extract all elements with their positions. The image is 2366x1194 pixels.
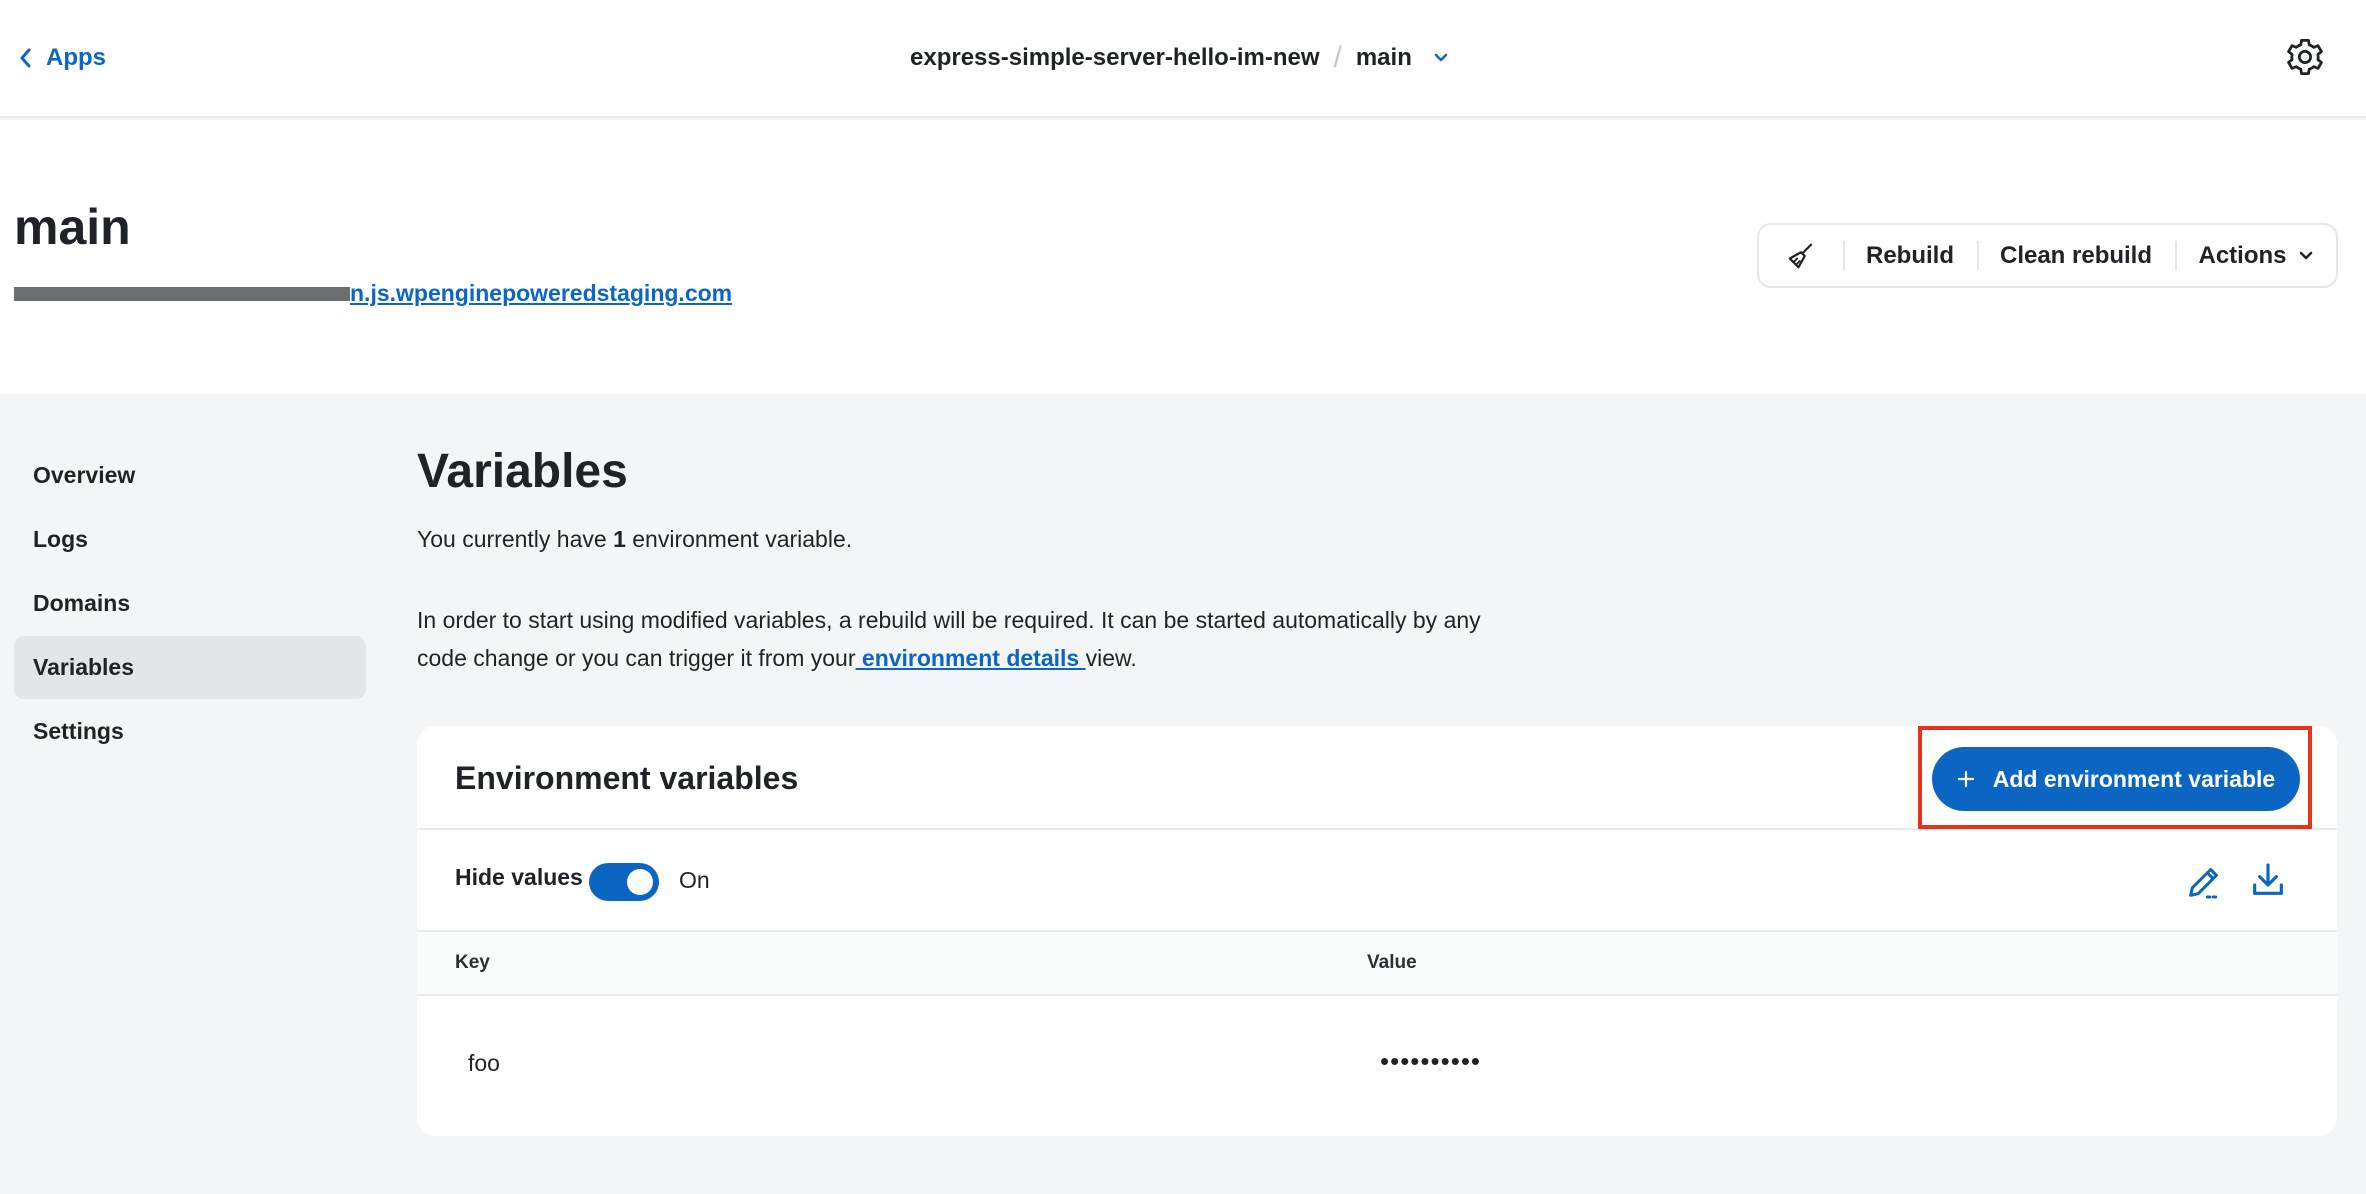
chevron-down-icon <box>2299 251 2312 259</box>
sidebar-nav: Overview Logs Domains Variables Settings <box>14 444 366 764</box>
url-redaction <box>14 286 350 301</box>
chevron-left-icon <box>20 48 31 68</box>
environment-details-link[interactable]: environment details <box>856 645 1086 671</box>
table-row[interactable]: foo •••••••••• <box>417 996 2337 1132</box>
card-title: Environment variables <box>455 760 799 796</box>
variable-key: foo <box>468 1050 500 1076</box>
environment-url-text: n.js.wpenginepoweredstaging.com <box>350 280 733 306</box>
breadcrumb-separator: / <box>1333 41 1342 74</box>
sidebar-item-settings[interactable]: Settings <box>14 700 366 763</box>
card-controls: Hide values On <box>417 830 2337 932</box>
column-header-key: Key <box>455 952 490 973</box>
gear-icon[interactable] <box>2284 36 2326 78</box>
back-to-apps-link[interactable]: Apps <box>18 38 106 78</box>
page-title: Variables <box>417 445 628 498</box>
main-content: Variables You currently have 1 environme… <box>417 444 2337 1136</box>
branch-selector[interactable]: main <box>1356 44 1448 72</box>
branch-name: main <box>1355 44 1412 71</box>
rebuild-button[interactable]: Rebuild <box>1843 225 1977 286</box>
sidebar-item-logs[interactable]: Logs <box>14 508 366 571</box>
info-text-after: view. <box>1085 645 1137 671</box>
edit-pencil-icon[interactable] <box>2184 862 2224 902</box>
chevron-down-icon <box>1434 53 1448 62</box>
actions-dropdown[interactable]: Actions <box>2175 225 2336 286</box>
actions-label: Actions <box>2198 241 2287 269</box>
count-suffix: environment variable. <box>625 526 853 552</box>
toggle-knob <box>627 869 653 895</box>
rebuild-info-text: In order to start using modified variabl… <box>417 601 1517 677</box>
broom-icon <box>1788 243 1813 268</box>
plus-icon <box>1957 770 1974 788</box>
card-header: Environment variables Add environment va… <box>417 726 2337 830</box>
toggle-state-label: On <box>679 867 710 893</box>
variable-count-text: You currently have 1 environment variabl… <box>417 526 2337 553</box>
count-value: 1 <box>613 526 626 552</box>
environment-url-link[interactable]: n.js.wpenginepoweredstaging.com <box>14 280 732 307</box>
add-environment-variable-button[interactable]: Add environment variable <box>1932 747 2300 811</box>
variable-value-masked: •••••••••• <box>1380 1046 1482 1076</box>
breadcrumb-app-name[interactable]: express-simple-server-hello-im-new <box>910 44 1320 72</box>
sidebar-item-variables[interactable]: Variables <box>14 636 366 699</box>
sidebar-item-overview[interactable]: Overview <box>14 444 366 507</box>
hide-values-toggle[interactable] <box>589 863 659 901</box>
clean-rebuild-button[interactable]: Clean rebuild <box>1977 225 2175 286</box>
add-button-label: Add environment variable <box>1992 765 2276 792</box>
environment-title: main <box>14 199 131 255</box>
environment-variables-card: Environment variables Add environment va… <box>417 726 2337 1136</box>
back-link-label: Apps <box>46 44 106 71</box>
environment-header: main n.js.wpenginepoweredstaging.com Reb… <box>0 120 2366 394</box>
clear-cache-button[interactable] <box>1759 225 1843 286</box>
count-prefix: You currently have <box>417 526 614 552</box>
top-bar: Apps express-simple-server-hello-im-new … <box>0 0 2366 118</box>
download-icon[interactable] <box>2248 860 2288 900</box>
table-header: Key Value <box>417 932 2337 996</box>
breadcrumb: express-simple-server-hello-im-new / mai… <box>910 38 1448 78</box>
column-header-value: Value <box>1367 952 1417 973</box>
sidebar-item-domains[interactable]: Domains <box>14 572 366 635</box>
hide-values-label: Hide values <box>455 864 583 890</box>
environment-toolbar: Rebuild Clean rebuild Actions <box>1757 223 2338 288</box>
